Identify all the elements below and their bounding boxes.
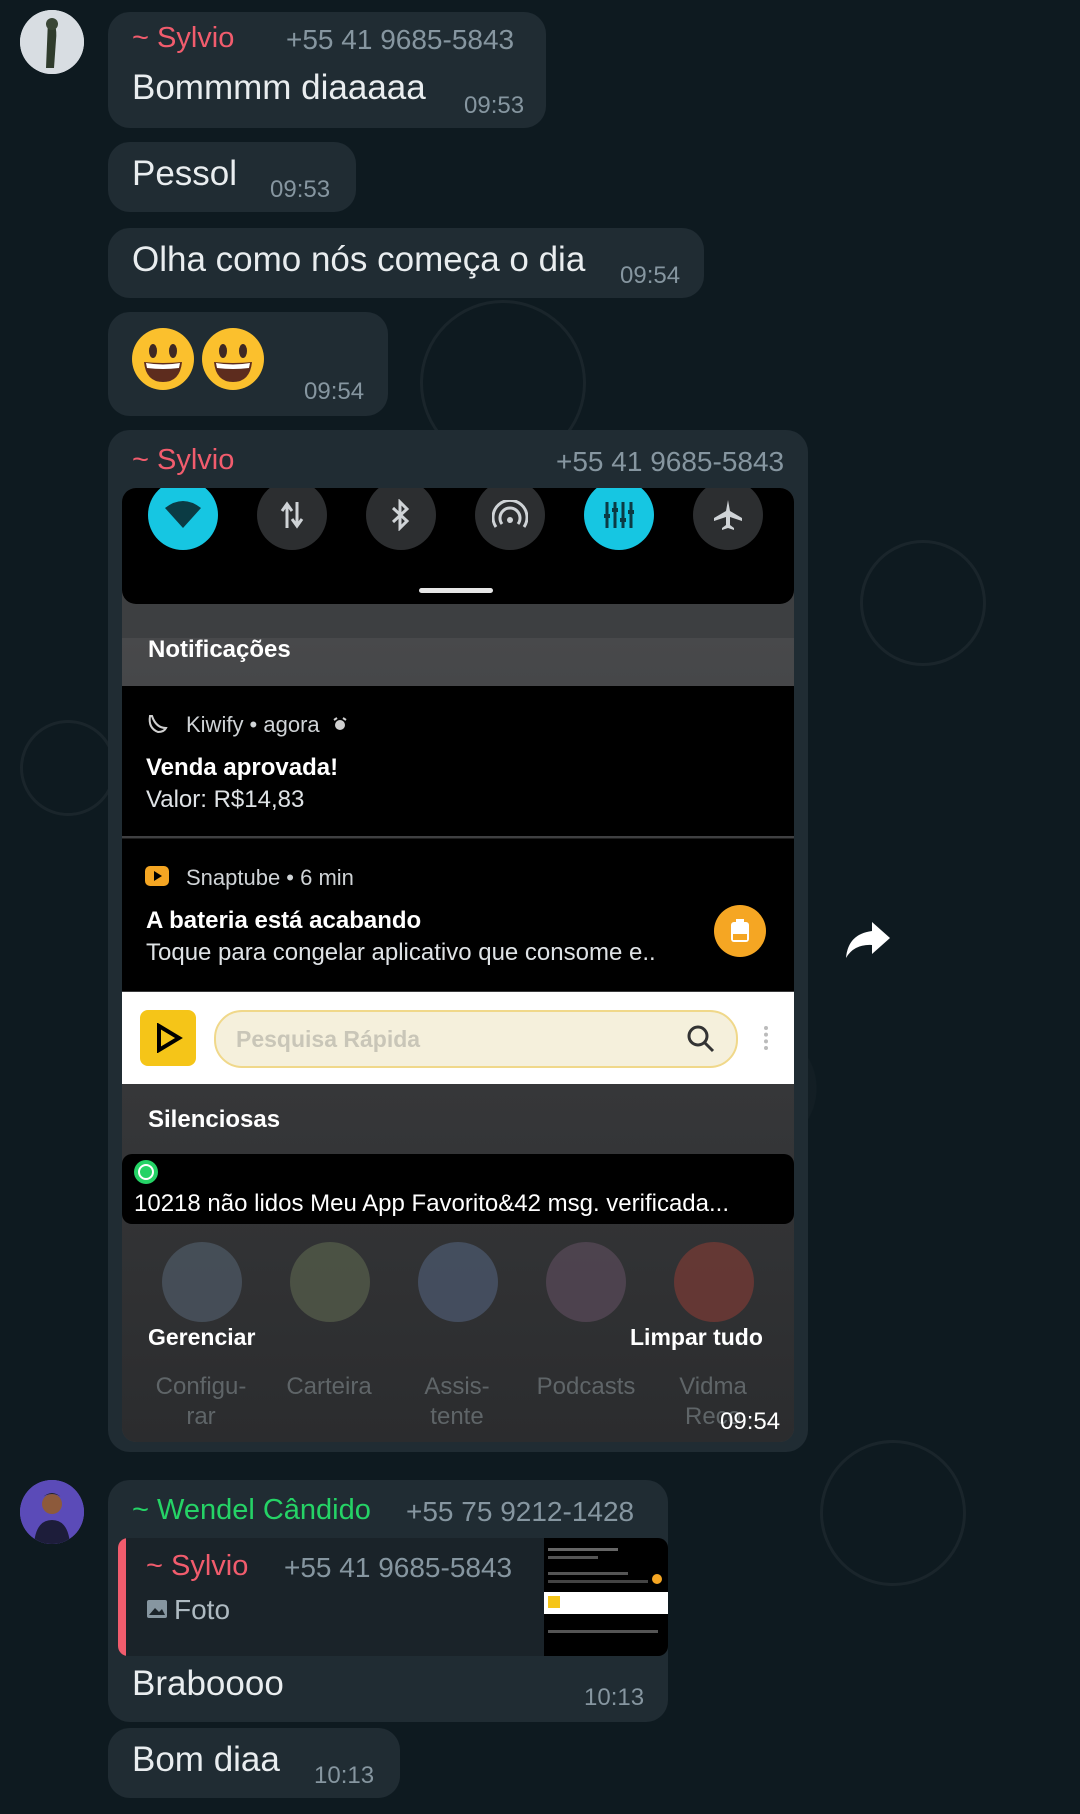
- assistant-app-icon: [418, 1242, 498, 1322]
- quoted-thumbnail: [544, 1538, 668, 1656]
- settings-app-icon: [162, 1242, 242, 1322]
- reply-message-bubble[interactable]: ~ Wendel Cândido +55 75 9212-1428 ~ Sylv…: [108, 1480, 668, 1722]
- dock-label: Configu-rar: [155, 1373, 247, 1430]
- message-text: Bom diaa: [132, 1740, 280, 1779]
- wallet-app-icon: [290, 1242, 370, 1322]
- whatsapp-icon: [134, 1160, 158, 1184]
- image-message-bubble[interactable]: ~ Sylvio +55 41 9685-5843 Notificações K…: [108, 430, 808, 1452]
- quoted-sender-name: ~ Sylvio: [146, 1550, 249, 1582]
- message-time: 09:54: [304, 378, 365, 405]
- quote-bar: [118, 1538, 126, 1656]
- quoted-message[interactable]: ~ Sylvio +55 41 9685-5843 Foto: [118, 1538, 668, 1656]
- wallpaper-doodle: [820, 1440, 966, 1586]
- search-placeholder: Pesquisa Rápida: [236, 1026, 421, 1052]
- sender-phone: +55 75 9212-1428: [406, 1496, 635, 1527]
- clear-all-button[interactable]: Limpar tudo: [630, 1324, 763, 1351]
- wallpaper-doodle: [860, 540, 986, 666]
- alarm-icon: [333, 717, 347, 730]
- snaptube-notification[interactable]: Snaptube • 6 min A bateria está acabando…: [122, 838, 794, 991]
- podcasts-app-icon: [546, 1242, 626, 1322]
- whatsapp-notification[interactable]: 10218 não lidos Meu App Favorito&42 msg.…: [122, 1154, 794, 1224]
- notification-title: A bateria está acabando: [146, 907, 422, 934]
- search-icon[interactable]: [686, 1024, 716, 1054]
- quick-search-input[interactable]: Pesquisa Rápida: [214, 1010, 738, 1068]
- quick-settings-panel: [122, 488, 794, 604]
- airplane-icon[interactable]: [693, 488, 763, 550]
- snaptube-logo[interactable]: [140, 1010, 196, 1066]
- notification-body: Toque para congelar aplicativo que conso…: [146, 939, 656, 966]
- message-text: Bommmm diaaaaa: [132, 68, 426, 107]
- notification-body: Valor: R$14,83: [146, 786, 305, 813]
- message-time: 09:53: [464, 92, 525, 119]
- bluetooth-icon[interactable]: [366, 488, 436, 550]
- kiwify-notification[interactable]: Kiwify • agora Venda aprovada! Valor: R$…: [122, 686, 794, 836]
- sender-name[interactable]: ~ Sylvio: [132, 22, 234, 55]
- emoji-message: [130, 326, 266, 392]
- shared-screenshot-image[interactable]: Notificações Kiwify • agora Venda aprova…: [122, 488, 794, 1442]
- message-time: 10:13: [314, 1762, 375, 1789]
- equalizer-icon[interactable]: [584, 488, 654, 550]
- more-options-icon[interactable]: [764, 1026, 772, 1050]
- mobile-data-icon[interactable]: [257, 488, 327, 550]
- forward-icon[interactable]: [842, 918, 894, 960]
- wifi-icon[interactable]: [148, 488, 218, 550]
- hotspot-icon[interactable]: [475, 488, 545, 550]
- message-text: Olha como nós começa o dia: [132, 240, 586, 279]
- notification-body: 10218 não lidos Meu App Favorito&42 msg.…: [134, 1190, 730, 1217]
- snaptube-app-icon: [145, 866, 169, 886]
- message-time: 09:53: [270, 176, 331, 203]
- drag-handle[interactable]: [419, 588, 493, 593]
- manage-button[interactable]: Gerenciar: [148, 1324, 255, 1351]
- message-text: Braboooo: [132, 1664, 284, 1703]
- message-bubble[interactable]: ~ Sylvio +55 41 9685-5843 Bommmm diaaaaa…: [108, 12, 546, 128]
- quoted-label: Foto: [174, 1594, 231, 1625]
- sender-phone: +55 41 9685-5843: [286, 24, 515, 55]
- notification-app-name: Snaptube • 6 min: [186, 865, 354, 890]
- grinning-face-icon: [132, 328, 194, 390]
- dock-label: Carteira: [286, 1373, 372, 1400]
- message-time: 09:54: [720, 1408, 781, 1435]
- message-bubble[interactable]: Olha como nós começa o dia 09:54: [108, 228, 704, 298]
- battery-action-icon[interactable]: [714, 905, 766, 957]
- message-bubble[interactable]: 09:54: [108, 312, 388, 416]
- grinning-face-icon: [202, 328, 264, 390]
- dock-label: Assis-tente: [424, 1373, 490, 1430]
- sender-name[interactable]: ~ Sylvio: [132, 444, 234, 477]
- dock-label: Podcasts: [536, 1373, 636, 1400]
- quoted-sender-phone: +55 41 9685-5843: [284, 1552, 513, 1583]
- message-text: Pessol: [132, 154, 238, 193]
- photo-icon: [147, 1600, 167, 1618]
- sender-phone: +55 41 9685-5843: [556, 446, 785, 477]
- message-time: 10:13: [584, 1684, 645, 1711]
- silent-header: Silenciosas: [148, 1106, 281, 1133]
- avatar-wendel[interactable]: [20, 1480, 84, 1544]
- wallpaper-doodle: [20, 720, 116, 816]
- quick-search-widget: Pesquisa Rápida: [122, 992, 794, 1084]
- message-bubble[interactable]: Pessol 09:53: [108, 142, 356, 212]
- message-bubble[interactable]: Bom diaa 10:13: [108, 1728, 400, 1798]
- message-time: 09:54: [620, 262, 681, 289]
- kiwify-app-icon: [148, 715, 168, 734]
- notification-title: Venda aprovada!: [146, 754, 339, 781]
- avatar-sylvio[interactable]: [20, 10, 84, 74]
- sender-name[interactable]: ~ Wendel Cândido: [132, 1494, 371, 1527]
- notifications-header: Notificações: [148, 636, 291, 663]
- notification-app-name: Kiwify • agora: [186, 712, 320, 737]
- vidma-app-icon: [674, 1242, 754, 1322]
